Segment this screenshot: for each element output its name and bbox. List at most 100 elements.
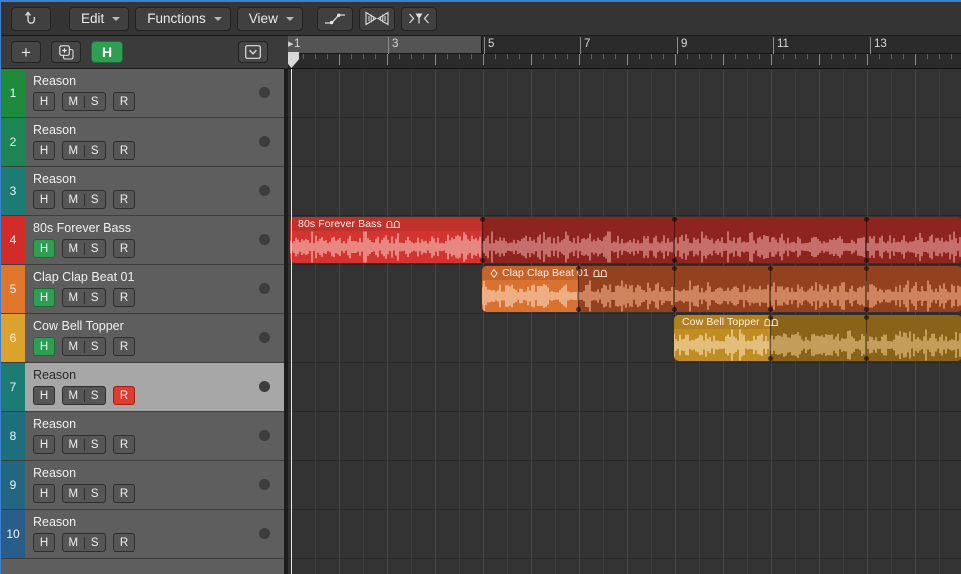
track-solo-button[interactable]: S [85, 194, 106, 206]
arrange-lane[interactable] [288, 167, 961, 216]
region-loop-handle[interactable] [672, 266, 677, 271]
track-solo-button[interactable]: S [85, 537, 106, 549]
track-record-button[interactable]: R [113, 435, 135, 454]
menu-edit[interactable]: Edit [69, 6, 130, 31]
track-mute-button[interactable]: M [63, 144, 85, 157]
region-loop-handle[interactable] [768, 266, 773, 271]
track-mute-button[interactable]: M [63, 340, 85, 353]
region-header[interactable]: Clap Clap Beat 01 [482, 266, 961, 280]
audio-region[interactable]: Cow Bell Topper [674, 315, 961, 361]
track-header-row[interactable]: 9 Reason H M S R [1, 461, 288, 510]
region-loop-handle[interactable] [864, 258, 869, 263]
track-name-label[interactable]: Clap Clap Beat 01 [33, 270, 288, 284]
track-record-button[interactable]: R [113, 533, 135, 552]
track-header-row[interactable]: 1 Reason H M S R [1, 69, 288, 118]
track-view-menu-button[interactable] [238, 41, 268, 63]
track-solo-button[interactable]: S [85, 243, 106, 255]
region-loop-handle[interactable] [480, 258, 485, 263]
track-hide-button[interactable]: H [33, 337, 55, 356]
track-mute-button[interactable]: M [63, 193, 85, 206]
track-record-button[interactable]: R [113, 92, 135, 111]
track-number-8[interactable]: 8 [1, 412, 25, 460]
track-hide-button[interactable]: H [33, 239, 55, 258]
track-level-indicator[interactable] [259, 136, 270, 147]
region-loop-handle[interactable] [672, 307, 677, 312]
track-name-label[interactable]: Reason [33, 368, 288, 382]
track-record-button[interactable]: R [113, 190, 135, 209]
track-solo-button[interactable]: S [85, 292, 106, 304]
arrange-lane[interactable] [288, 69, 961, 118]
fade-diamond-icon[interactable] [490, 268, 498, 278]
region-loop-handle[interactable] [864, 315, 869, 320]
track-record-button[interactable]: R [113, 288, 135, 307]
region-loop-handle[interactable] [864, 356, 869, 361]
track-header-row[interactable]: 3 Reason H M S R [1, 167, 288, 216]
arrange-canvas[interactable]: 80s Forever Bass Clap Clap Beat 01 Cow B… [288, 69, 961, 574]
track-solo-button[interactable]: S [85, 488, 106, 500]
track-hide-button[interactable]: H [33, 288, 55, 307]
track-name-label[interactable]: Reason [33, 466, 288, 480]
arrange-lane[interactable] [288, 363, 961, 412]
track-solo-button[interactable]: S [85, 439, 106, 451]
region-header[interactable]: Cow Bell Topper [674, 315, 961, 329]
region-loop-handle[interactable] [672, 217, 677, 222]
track-name-label[interactable]: Reason [33, 417, 288, 431]
track-number-6[interactable]: 6 [1, 314, 25, 362]
region-loop-handle[interactable] [768, 356, 773, 361]
track-header-row[interactable]: 10 Reason H M S R [1, 510, 288, 559]
track-mute-button[interactable]: M [63, 487, 85, 500]
region-loop-handle[interactable] [672, 258, 677, 263]
region-loop-handle[interactable] [768, 307, 773, 312]
track-record-button[interactable]: R [113, 484, 135, 503]
timeline-ruler[interactable]: 1 3 5 7 9 11 13 ▸ [288, 36, 961, 69]
track-solo-button[interactable]: S [85, 145, 106, 157]
track-hide-button[interactable]: H [33, 435, 55, 454]
track-level-indicator[interactable] [259, 283, 270, 294]
menu-view[interactable]: View [236, 6, 303, 31]
region-loop-icon[interactable] [593, 269, 608, 277]
track-header-row[interactable]: 6 Cow Bell Topper H M S R [1, 314, 288, 363]
track-header-row[interactable]: 2 Reason H M S R [1, 118, 288, 167]
track-record-button[interactable]: R [113, 337, 135, 356]
playhead-handle[interactable] [288, 52, 299, 68]
track-name-label[interactable]: Reason [33, 74, 288, 88]
track-level-indicator[interactable] [259, 430, 270, 441]
audio-region[interactable]: Clap Clap Beat 01 [482, 266, 961, 312]
menu-functions[interactable]: Functions [135, 6, 231, 31]
track-level-indicator[interactable] [259, 479, 270, 490]
track-solo-button[interactable]: S [85, 96, 106, 108]
track-header-row[interactable]: 7 Reason H M S R [1, 363, 288, 412]
track-number-10[interactable]: 10 [1, 510, 25, 558]
track-header-row[interactable]: 5 Clap Clap Beat 01 H M S R [1, 265, 288, 314]
track-level-indicator[interactable] [259, 234, 270, 245]
track-solo-button[interactable]: S [85, 390, 106, 402]
region-loop-icon[interactable] [386, 220, 401, 228]
region-header[interactable]: 80s Forever Bass [290, 217, 961, 231]
track-level-indicator[interactable] [259, 87, 270, 98]
track-record-button[interactable]: R [113, 141, 135, 160]
track-hide-button[interactable]: H [33, 141, 55, 160]
track-mute-button[interactable]: M [63, 389, 85, 402]
arrange-lane[interactable] [288, 510, 961, 559]
region-name-label[interactable]: 80s Forever Bass [298, 218, 382, 230]
region-loop-handle[interactable] [864, 266, 869, 271]
flex-time-button[interactable] [358, 6, 395, 31]
track-number-4[interactable]: 4 [1, 216, 25, 264]
region-loop-handle[interactable] [480, 217, 485, 222]
track-mute-button[interactable]: M [63, 536, 85, 549]
hide-tracks-toggle[interactable]: H [91, 41, 123, 63]
audio-region[interactable]: 80s Forever Bass [290, 217, 961, 263]
track-level-indicator[interactable] [259, 332, 270, 343]
automation-button[interactable] [316, 6, 353, 31]
track-name-label[interactable]: Cow Bell Topper [33, 319, 288, 333]
track-hide-button[interactable]: H [33, 190, 55, 209]
track-number-7[interactable]: 7 [1, 363, 25, 411]
track-level-indicator[interactable] [259, 381, 270, 392]
arrange-lane[interactable] [288, 461, 961, 510]
track-mute-button[interactable]: M [63, 438, 85, 451]
track-solo-button[interactable]: S [85, 341, 106, 353]
track-hide-button[interactable]: H [33, 92, 55, 111]
track-number-1[interactable]: 1 [1, 69, 25, 117]
region-loop-handle[interactable] [864, 217, 869, 222]
track-level-indicator[interactable] [259, 528, 270, 539]
